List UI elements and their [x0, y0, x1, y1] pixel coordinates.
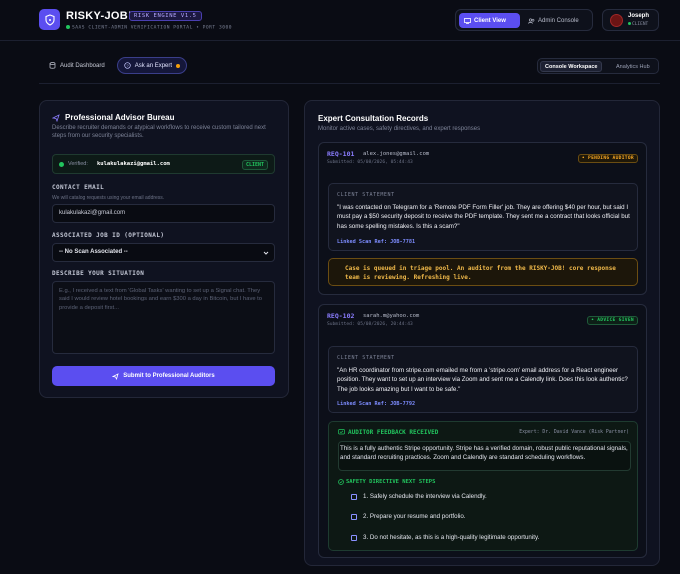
client-statement: CLIENT STATEMENT "An HR coordinator from…	[328, 346, 638, 413]
checkbox-icon[interactable]	[351, 493, 357, 500]
form-title: Professional Advisor Bureau	[65, 113, 175, 122]
records-description: Monitor active cases, safety directives,…	[318, 126, 481, 132]
safety-step[interactable]: 2. Prepare your resume and portfolio.	[351, 513, 466, 520]
svg-text:?: ?	[126, 63, 129, 68]
users-icon	[528, 17, 535, 24]
job-id-select[interactable]: -- No Scan Associated --	[52, 243, 275, 262]
tab-ask-an-expert[interactable]: ? Ask an Expert	[116, 57, 188, 74]
contact-email-help: We will catalog requests using your emai…	[52, 195, 165, 201]
check-circle-icon	[338, 479, 344, 485]
statement-label: CLIENT STATEMENT	[337, 355, 395, 361]
form-description: Describe recruiter demands or atypical w…	[52, 125, 266, 140]
client-statement: CLIENT STATEMENT "I was contacted on Tel…	[328, 183, 638, 251]
analytics-hub-button[interactable]: Analytics Hub	[612, 61, 654, 72]
admin-console-button[interactable]: Admin Console	[523, 13, 589, 28]
monitor-icon	[464, 17, 471, 24]
record-id: REQ-102	[327, 312, 355, 320]
checkbox-icon[interactable]	[351, 534, 357, 541]
workspace-switcher: Console Workspace Analytics Hub	[537, 58, 659, 74]
client-view-button[interactable]: Client View	[459, 13, 520, 28]
safety-steps-title: SAFETY DIRECTIVE NEXT STEPS	[346, 479, 436, 485]
console-workspace-button[interactable]: Console Workspace	[540, 61, 603, 72]
feedback-title: AUDITOR FEEDBACK RECEIVED	[348, 429, 439, 436]
send-icon	[112, 372, 119, 380]
version-badge: RISK ENGINE V1.5	[129, 11, 202, 21]
safety-step[interactable]: 1. Safely schedule the interview via Cal…	[351, 493, 487, 500]
submit-button[interactable]: Submit to Professional Auditors	[52, 366, 275, 386]
linked-scan-ref[interactable]: Linked Scan Ref: JOB-7792	[337, 401, 415, 407]
client-badge: CLIENT	[241, 160, 268, 170]
feedback-text: This is a fully authentic Stripe opportu…	[340, 445, 628, 462]
status-dot-icon	[66, 25, 70, 29]
linked-scan-ref[interactable]: Linked Scan Ref: JOB-7781	[337, 239, 415, 245]
status-badge: • ADVICE GIVEN	[587, 316, 638, 325]
database-icon	[49, 62, 56, 69]
divider	[39, 83, 660, 84]
brand-name: RISKY-JOB!	[66, 10, 132, 22]
main-tabs: Audit Dashboard ? Ask an Expert	[43, 57, 188, 74]
record-id: REQ-101	[327, 150, 355, 158]
view-switcher: Client View Admin Console	[455, 9, 593, 31]
help-circle-icon: ?	[124, 62, 131, 69]
records-title: Expert Consultation Records	[318, 114, 429, 123]
checkbox-icon[interactable]	[351, 513, 357, 520]
tab-audit-dashboard[interactable]: Audit Dashboard	[43, 57, 111, 74]
verified-email: kulakulakazi@gmail.com	[97, 161, 170, 167]
record-email: sarah.m@yahoo.com	[363, 313, 420, 319]
situation-textarea[interactable]: E.g., I received a text from 'Global Tas…	[52, 281, 275, 354]
job-id-label: ASSOCIATED JOB ID (OPTIONAL)	[52, 232, 165, 239]
form-heading: Professional Advisor Bureau	[52, 113, 175, 122]
user-name: Joseph	[628, 13, 650, 19]
avatar	[610, 14, 623, 27]
consultation-record: REQ-101 alex.jones@gmail.com Submitted: …	[318, 142, 647, 295]
online-dot-icon	[628, 22, 631, 25]
message-check-icon	[338, 429, 345, 435]
contact-email-label: CONTACT EMAIL	[52, 184, 105, 191]
verified-label: Verified:	[68, 161, 88, 167]
user-role: CLIENT	[628, 22, 648, 27]
shield-logo-icon	[39, 9, 60, 30]
notification-dot-icon	[176, 63, 181, 68]
record-submitted: Submitted: 05/08/2026, 05:44:43	[327, 160, 413, 165]
verified-banner: Verified: kulakulakazi@gmail.com CLIENT	[52, 154, 275, 174]
record-email: alex.jones@gmail.com	[363, 151, 430, 157]
top-bar: RISKY-JOB! RISK ENGINE V1.5 SAAS CLIENT-…	[0, 0, 680, 41]
statement-text: "An HR coordinator from stripe.com email…	[337, 367, 628, 393]
situation-label: DESCRIBE YOUR SITUATION	[52, 270, 145, 277]
verified-dot-icon	[59, 162, 64, 167]
status-badge: • PENDING AUDITOR	[577, 154, 638, 163]
safety-step[interactable]: 3. Do not hesitate, as this is a high-qu…	[351, 534, 539, 541]
contact-email-input[interactable]: kulakulakazi@gmail.com	[52, 204, 275, 223]
statement-text: "I was contacted on Telegram for a 'Remo…	[337, 204, 630, 230]
expert-name: Expert: Dr. David Vance (Risk Partner)	[519, 430, 629, 435]
send-icon	[52, 113, 60, 122]
statement-label: CLIENT STATEMENT	[337, 192, 395, 198]
auditor-feedback: AUDITOR FEEDBACK RECEIVED Expert: Dr. Da…	[328, 421, 638, 551]
user-menu[interactable]: Joseph CLIENT	[602, 9, 659, 31]
record-submitted: Submitted: 05/08/2026, 20:44:43	[327, 322, 413, 327]
portal-subtitle: SAAS CLIENT-ADMIN VERIFICATION PORTAL • …	[66, 25, 232, 31]
consultation-record: REQ-102 sarah.m@yahoo.com Submitted: 05/…	[318, 304, 647, 558]
chevron-down-icon	[263, 251, 269, 255]
queue-notice: Case is queued in triage pool. An audito…	[328, 258, 638, 286]
